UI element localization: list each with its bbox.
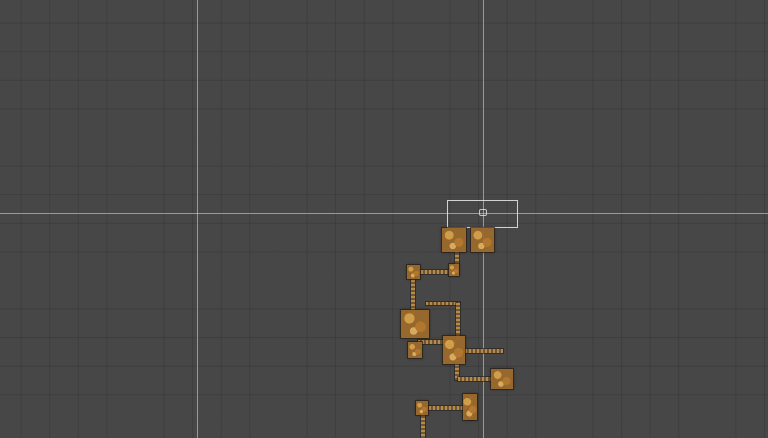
room-tile[interactable] [442,228,466,252]
corridor-segment [458,377,494,381]
grid-axis-x-line [0,213,768,214]
corridor-segment [425,406,467,410]
room-tile[interactable] [491,369,513,389]
camera-view-frame[interactable] [447,200,518,228]
camera-icon[interactable] [479,209,487,216]
room-tile[interactable] [408,342,422,358]
grid-axis-y-line [197,0,198,438]
room-tile[interactable] [463,394,477,420]
room-tile[interactable] [471,228,494,252]
room-tile[interactable] [401,310,429,338]
corridor-segment [461,349,503,353]
room-tile[interactable] [416,401,428,415]
room-tile[interactable] [443,336,465,364]
scene-viewport[interactable] [0,0,768,438]
corridor-segment [426,302,460,305]
room-tile[interactable] [407,265,420,279]
room-tile[interactable] [449,264,459,276]
